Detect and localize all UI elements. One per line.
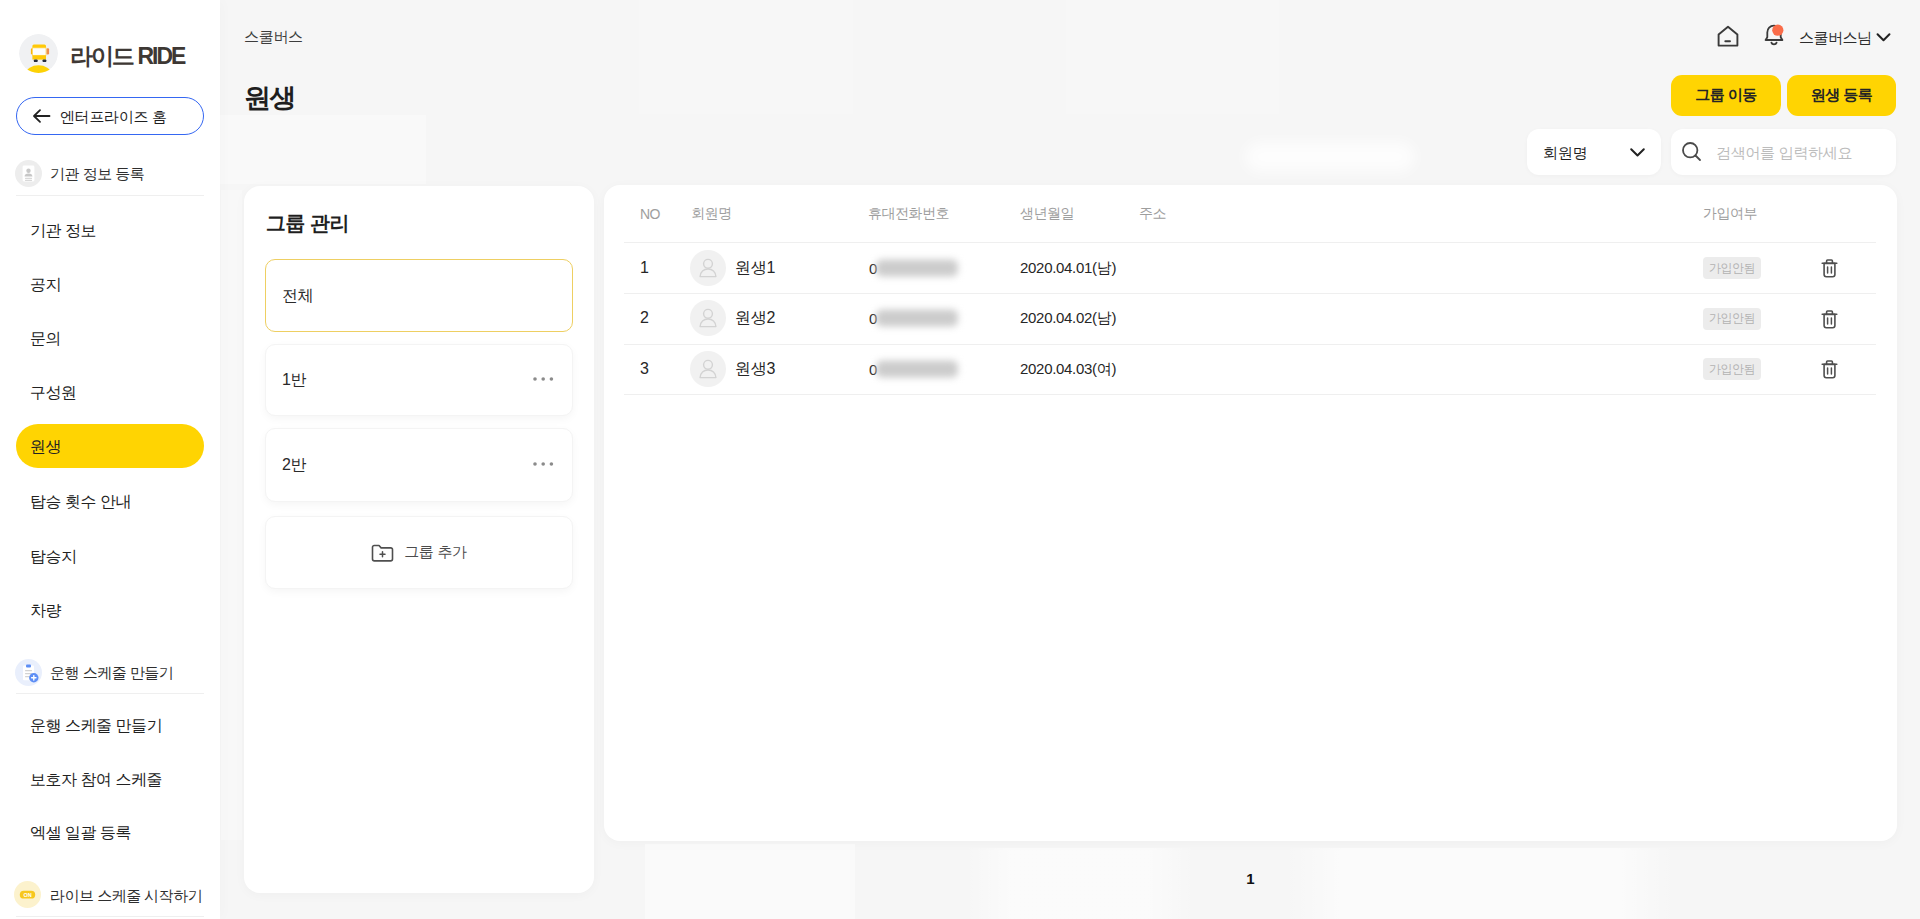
svg-text:ON: ON xyxy=(23,891,31,897)
